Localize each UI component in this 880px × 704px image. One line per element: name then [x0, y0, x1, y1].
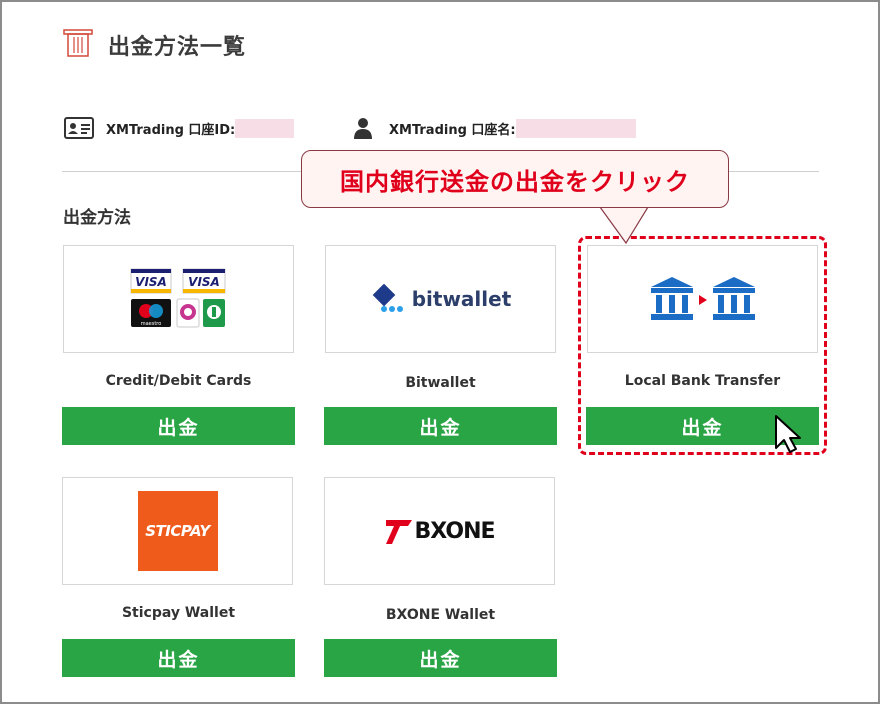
user-icon	[354, 118, 372, 139]
page-title: 出金方法一覧	[108, 35, 247, 60]
account-name-row: XMTrading 口座名:	[354, 116, 636, 140]
bitwallet-logo: bitwallet	[370, 284, 512, 314]
method-name-credit-debit: Credit/Debit Cards	[105, 373, 252, 389]
section-title: 出金方法	[63, 208, 131, 228]
card-logo-sticpay[interactable]: STICPAY	[62, 477, 293, 585]
bank-transfer-icon	[650, 277, 755, 320]
withdraw-button-credit-debit[interactable]: 出金	[62, 407, 295, 445]
method-name-sticpay: Sticpay Wallet	[121, 605, 236, 621]
card-brands-logo: VISA VISA maestro	[130, 268, 225, 328]
svg-text:maestro: maestro	[140, 321, 161, 327]
callout-pointer	[599, 205, 649, 245]
card-logo-bitwallet[interactable]: bitwallet	[325, 245, 556, 353]
bitwallet-wordmark: bitwallet	[411, 287, 512, 311]
withdraw-button-sticpay[interactable]: 出金	[62, 639, 295, 677]
id-card-icon	[64, 117, 94, 139]
account-name-label: XMTrading 口座名:	[389, 122, 516, 138]
method-name-bitwallet: Bitwallet	[405, 375, 476, 391]
account-id-row: XMTrading 口座ID:	[64, 116, 295, 140]
account-id-label: XMTrading 口座ID:	[106, 122, 236, 138]
bitwallet-mark	[372, 284, 403, 312]
card-logo-credit-debit[interactable]: VISA VISA maestro	[63, 245, 294, 353]
withdraw-button-bxone[interactable]: 出金	[324, 639, 557, 677]
bxone-mark	[386, 520, 413, 544]
withdrawal-icon	[63, 29, 93, 57]
method-name-bxone: BXONE Wallet	[385, 607, 496, 623]
bxone-wordmark: BXONE	[414, 518, 495, 544]
sticpay-logo: STICPAY	[137, 491, 218, 571]
mouse-cursor-icon	[775, 415, 801, 453]
withdraw-button-bitwallet[interactable]: 出金	[324, 407, 557, 445]
annotation-callout: 国内銀行送金の出金をクリック	[301, 150, 729, 208]
account-id-redacted	[235, 118, 295, 138]
svg-text:VISA: VISA	[188, 275, 220, 289]
method-name-local-bank: Local Bank Transfer	[624, 373, 781, 389]
card-logo-local-bank[interactable]	[587, 245, 818, 353]
card-logo-bxone[interactable]: BXONE	[324, 477, 555, 585]
svg-text:VISA: VISA	[135, 275, 167, 289]
bxone-logo: BXONE	[384, 516, 496, 546]
account-name-redacted	[515, 118, 636, 138]
sticpay-wordmark: STICPAY	[145, 522, 210, 540]
